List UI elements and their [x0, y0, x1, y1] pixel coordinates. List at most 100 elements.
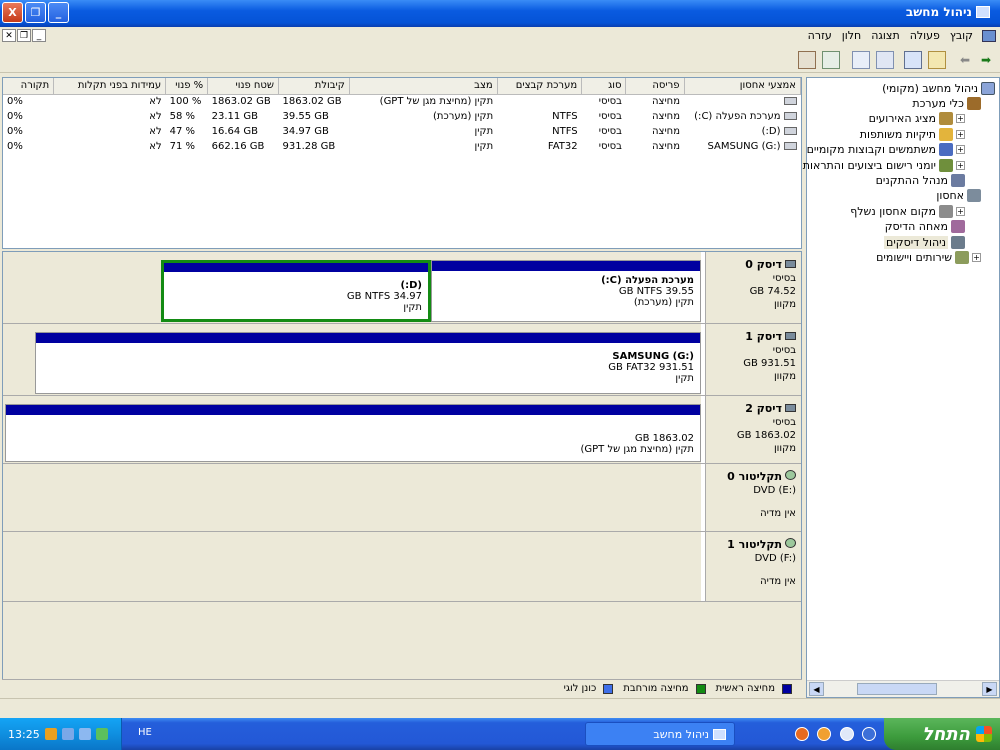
expand-icon[interactable]: +: [972, 253, 981, 262]
scroll-right-arrow-icon[interactable]: ▶: [982, 682, 997, 696]
tree-root[interactable]: ניהול מחשב (מקומי): [882, 81, 995, 96]
tree-item[interactable]: + מציג האירועים: [869, 111, 965, 126]
legend-swatch: [782, 683, 792, 694]
menu-view[interactable]: תצוגה: [866, 29, 904, 42]
tree-item[interactable]: מאחה הדיסק: [885, 219, 965, 234]
tree-item[interactable]: ניהול דיסקים: [884, 235, 965, 250]
arrow-right-icon[interactable]: ➡: [977, 51, 995, 69]
column-header[interactable]: מצב: [349, 78, 498, 95]
minimize-button[interactable]: _: [48, 2, 69, 23]
disk-graphical-view: דיסק 0 בסיסי 74.52 GB מקוון מערכת הפעלה …: [2, 251, 802, 681]
column-header[interactable]: סוג: [581, 78, 627, 95]
table-row[interactable]: (D:) מחיצה בסיסי NTFS תקין 34.97 GB 16.64 GB 47…: [3, 124, 801, 139]
table-cell: בסיסי: [598, 111, 622, 122]
scroll-thumb[interactable]: [857, 683, 937, 695]
menu-file[interactable]: קובץ: [945, 29, 978, 42]
disk-icon: [785, 260, 796, 268]
mdi-restore-button[interactable]: ❐: [17, 29, 31, 42]
clock[interactable]: 13:25: [8, 728, 40, 741]
column-header[interactable]: פריסה: [625, 78, 685, 95]
column-header[interactable]: אמצעי אחסון: [684, 78, 802, 95]
table-row[interactable]: SAMSUNG (G:) מחיצה בסיסי FAT32 תקין 931.28 GB…: [3, 139, 801, 154]
restore-button[interactable]: ❐: [25, 2, 46, 23]
table-row[interactable]: מחיצה בסיסי תקין (מחיצת מגן של GPT) 1863.02…: [3, 94, 801, 109]
legend: מחיצה ראשית מחיצה מורחבת כונן לוגי: [2, 679, 802, 697]
tree-item[interactable]: + מקום אחסון נשלף: [850, 204, 965, 219]
menu-action[interactable]: פעולה: [905, 29, 945, 42]
table-cell: FAT32: [547, 141, 578, 152]
cdrom-0-label[interactable]: תקליטור 0 DVD (E:) אין מדיה: [705, 464, 801, 531]
table-cell: בסיסי: [598, 141, 622, 152]
partition-g[interactable]: SAMSUNG (G:) 931.51 GB FAT32 תקין: [35, 332, 701, 394]
disk-icon: [785, 404, 796, 412]
table-cell: 662.16 GB: [211, 141, 265, 152]
tree-item[interactable]: + משתמשים וקבוצות מקומיים: [807, 142, 965, 157]
expand-icon[interactable]: +: [956, 114, 965, 124]
table-cell: תקין (מערכת): [433, 111, 494, 122]
arrow-left-icon[interactable]: ⬅: [956, 51, 974, 69]
table-row[interactable]: מערכת הפעלה (C:) מחיצה בסיסי NTFS תקין (מערכ…: [3, 109, 801, 124]
up-folder-icon[interactable]: [928, 51, 946, 69]
quicklaunch-firefox-icon[interactable]: [795, 727, 809, 741]
disk-0-label[interactable]: דיסק 0 בסיסי 74.52 GB מקוון: [705, 252, 801, 323]
column-header[interactable]: תקורה: [3, 78, 55, 95]
tree-item[interactable]: כלי מערכת: [912, 96, 981, 111]
cdrom-1-label[interactable]: תקליטור 1 DVD (F:) אין מדיה: [705, 532, 801, 601]
disk-1-label[interactable]: דיסק 1 בסיסי 931.51 GB מקוון: [705, 324, 801, 395]
expand-icon[interactable]: +: [956, 206, 965, 216]
tray-app-icon[interactable]: [95, 728, 108, 740]
language-indicator[interactable]: HE: [138, 727, 152, 738]
partition-d-selected[interactable]: (D:) 34.97 GB NTFS תקין: [161, 260, 431, 322]
tree-item[interactable]: + תיקיות משותפות: [860, 127, 965, 142]
table-cell: [497, 94, 581, 109]
volume-icon: [783, 142, 797, 150]
export-list-icon[interactable]: [798, 51, 816, 69]
tree-item-icon: [939, 204, 953, 218]
tree-horizontal-scrollbar[interactable]: ▶ ◀: [807, 680, 999, 697]
column-header[interactable]: מערכת קבצים: [497, 78, 583, 95]
help-icon[interactable]: [852, 51, 870, 69]
table-cell: לא: [149, 126, 162, 137]
app-menu-icon[interactable]: [982, 29, 996, 42]
expand-icon[interactable]: +: [956, 145, 965, 155]
quicklaunch-media-icon[interactable]: [862, 727, 876, 741]
partition-gpt-protective[interactable]: 1863.02 GB תקין (מחיצת מגן של GPT): [5, 404, 701, 462]
tree-item[interactable]: + שירותים ויישומים: [876, 250, 981, 265]
quicklaunch-browser-icon[interactable]: [817, 727, 831, 741]
tree-item-label: מאחה הדיסק: [884, 220, 948, 234]
properties-icon[interactable]: [876, 51, 894, 69]
start-button[interactable]: התחל: [884, 718, 1000, 750]
mdi-minimize-button[interactable]: _: [32, 29, 46, 42]
mdi-close-button[interactable]: ✕: [2, 29, 16, 42]
menu-window[interactable]: חלון: [837, 29, 866, 42]
show-hide-tree-icon[interactable]: [904, 51, 922, 69]
tray-network-icon[interactable]: [61, 728, 74, 740]
tray-network-icon-2[interactable]: [78, 728, 91, 740]
tree-item[interactable]: + יומני רישום ביצועים והתראות: [803, 158, 965, 173]
partition-c[interactable]: מערכת הפעלה (C:) 39.55 GB NTFS תקין (מער…: [431, 260, 701, 322]
tree-item[interactable]: מנהל ההתקנים: [876, 173, 965, 188]
tray-shield-icon[interactable]: [44, 728, 57, 740]
table-cell: 931.28 GB: [282, 141, 336, 152]
tree-item[interactable]: אחסון: [936, 188, 981, 203]
table-cell: 23.11 GB: [211, 111, 259, 122]
disk-icon: [785, 332, 796, 340]
menu-help[interactable]: עזרה: [803, 29, 837, 42]
refresh-icon[interactable]: [822, 51, 840, 69]
taskbar-item-computer-management[interactable]: ניהול מחשב: [585, 722, 735, 746]
table-cell: 0%: [7, 96, 23, 108]
close-button[interactable]: X: [2, 2, 23, 23]
column-header[interactable]: קיבולת: [278, 78, 350, 95]
quicklaunch-desktop-icon[interactable]: [840, 727, 854, 741]
graph-empty-area: [3, 602, 801, 680]
disk-2-label[interactable]: דיסק 2 בסיסי 1863.02 GB מקוון: [705, 396, 801, 463]
expand-icon[interactable]: +: [956, 160, 965, 170]
table-cell: לא: [149, 141, 162, 152]
column-header[interactable]: שטח פנוי: [207, 78, 279, 95]
column-header[interactable]: % פנוי: [165, 78, 209, 95]
column-header[interactable]: עמידות בפני תקלות: [53, 78, 167, 95]
cdrom-0-row: תקליטור 0 DVD (E:) אין מדיה: [3, 464, 801, 532]
expand-icon[interactable]: +: [956, 129, 965, 139]
scroll-left-arrow-icon[interactable]: ◀: [809, 682, 824, 696]
table-cell: תקין: [474, 126, 494, 137]
